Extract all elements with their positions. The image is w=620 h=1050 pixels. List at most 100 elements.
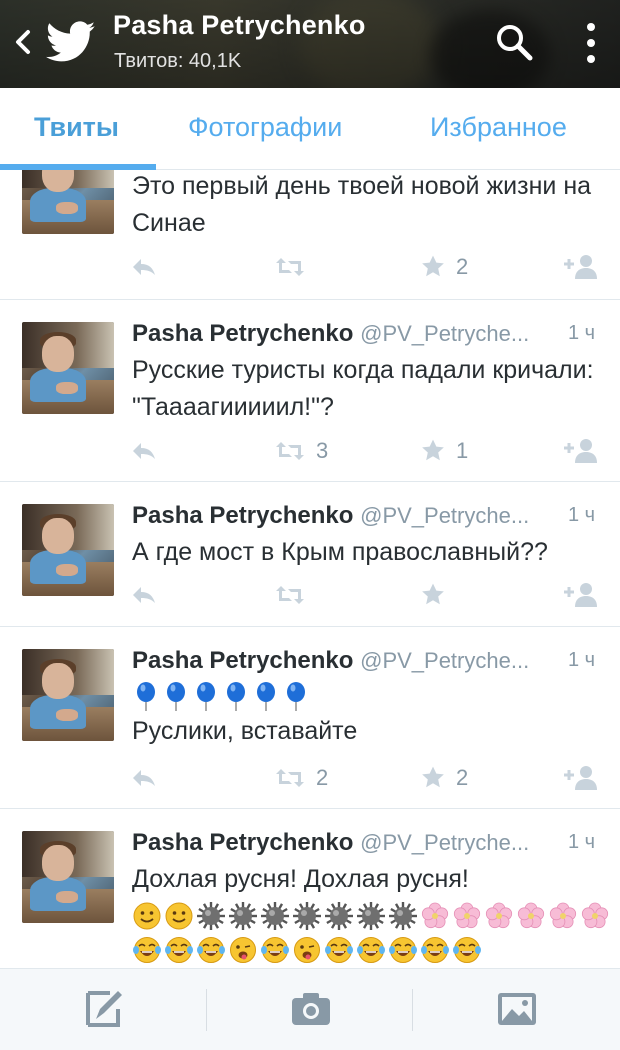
- tweet-count: Твитов: 40,1K: [114, 50, 242, 72]
- cherry-blossom-emoji: [517, 902, 545, 929]
- avatar[interactable]: [22, 831, 114, 923]
- follow-icon[interactable]: [562, 436, 600, 466]
- author-name[interactable]: Pasha Petrychenko: [132, 320, 353, 347]
- author-handle[interactable]: @PV_Petryche...: [360, 321, 529, 346]
- balloon-emoji: [167, 682, 185, 711]
- tweet-feed[interactable]: Это первый день твоей новой жизни на Син…: [0, 170, 620, 968]
- tweet-header: Pasha Petrychenko @PV_Petryche...: [132, 502, 529, 530]
- gallery-icon[interactable]: [494, 987, 540, 1031]
- retweet-icon[interactable]: [274, 252, 316, 282]
- tears-of-joy-emoji: [357, 937, 385, 963]
- overflow-menu-icon[interactable]: [578, 18, 604, 68]
- cherry-blossom-emoji: [581, 902, 609, 929]
- tweet-actions: 2 2: [0, 763, 620, 793]
- search-icon[interactable]: [492, 20, 536, 64]
- favorite-icon[interactable]: [420, 580, 456, 610]
- cherry-blossom-emoji: [453, 902, 481, 929]
- profile-tabs: Твиты Фотографии Избранное: [0, 88, 620, 170]
- twitter-bird-icon: [45, 20, 96, 64]
- tweet-actions: 3 1: [0, 436, 620, 466]
- tears-of-joy-emoji: [453, 937, 481, 963]
- chevron-left-icon[interactable]: [8, 22, 38, 62]
- tears-of-joy-emoji: [325, 937, 353, 963]
- cherry-blossom-emoji: [485, 902, 513, 929]
- avatar[interactable]: [22, 322, 114, 414]
- tears-of-joy-emoji: [197, 937, 225, 963]
- emoji-row-2: [132, 935, 482, 965]
- favorite-icon[interactable]: 2: [420, 763, 468, 793]
- follow-icon[interactable]: [562, 252, 600, 282]
- follow-icon[interactable]: [562, 763, 600, 793]
- compose-icon[interactable]: [82, 987, 128, 1031]
- emoji-row-1: [132, 901, 610, 931]
- tweet-item[interactable]: Pasha Petrychenko @PV_Petryche... 1 ч А …: [0, 482, 620, 627]
- tweet-timestamp: 1 ч: [568, 504, 596, 526]
- tweet-actions: 2: [0, 252, 620, 282]
- tweet-timestamp: 1 ч: [568, 649, 596, 671]
- balloon-emoji: [287, 682, 305, 711]
- tab-tweets[interactable]: Твиты: [34, 112, 119, 143]
- follow-icon[interactable]: [562, 580, 600, 610]
- favorite-icon[interactable]: 2: [420, 252, 468, 282]
- retweet-icon[interactable]: [274, 580, 316, 610]
- reply-icon[interactable]: [130, 252, 158, 282]
- tweet-header: Pasha Petrychenko @PV_Petryche...: [132, 320, 529, 348]
- favorite-count: 1: [456, 438, 469, 463]
- tab-favorites[interactable]: Избранное: [430, 112, 567, 143]
- tweet-item[interactable]: Pasha Petrychenko @PV_Petryche... 1 ч Ру…: [0, 300, 620, 482]
- tears-of-joy-emoji: [261, 937, 289, 963]
- spiked-ball-emoji: [389, 902, 417, 930]
- favorite-count: 2: [456, 765, 469, 790]
- tweet-actions: [0, 580, 620, 610]
- author-handle[interactable]: @PV_Petryche...: [360, 648, 529, 673]
- tweet-text: А где мост в Крым православный??: [132, 538, 548, 566]
- tweet-item[interactable]: Pasha Petrychenko @PV_Petryche... 1 ч До…: [0, 809, 620, 968]
- winking-tongue-emoji: [294, 937, 320, 963]
- emoji-balloons: [132, 681, 310, 711]
- toolbar-divider: [206, 989, 207, 1031]
- winking-tongue-emoji: [230, 937, 256, 963]
- reply-icon[interactable]: [130, 763, 158, 793]
- camera-icon[interactable]: [288, 987, 334, 1031]
- author-handle[interactable]: @PV_Petryche...: [360, 503, 529, 528]
- tweet-timestamp: 1 ч: [568, 831, 596, 853]
- retweet-icon[interactable]: 2: [274, 763, 328, 793]
- tears-of-joy-emoji: [133, 937, 161, 963]
- balloon-emoji: [227, 682, 245, 711]
- tweet-text: Это первый день твоей новой жизни на Син…: [132, 172, 592, 237]
- profile-name: Pasha Petrychenko: [113, 10, 366, 40]
- author-handle[interactable]: @PV_Petryche...: [360, 830, 529, 855]
- retweet-count: 3: [316, 438, 329, 463]
- spiked-ball-emoji: [229, 902, 257, 930]
- tweet-text: Русские туристы когда падали кричали: "Т…: [132, 356, 594, 421]
- bottom-toolbar: [0, 968, 620, 1050]
- tears-of-joy-emoji: [389, 937, 417, 963]
- tears-of-joy-emoji: [165, 937, 193, 963]
- retweet-icon[interactable]: 3: [274, 436, 328, 466]
- tab-photos[interactable]: Фотографии: [188, 112, 342, 143]
- cherry-blossom-emoji: [421, 902, 449, 929]
- balloon-emoji: [197, 682, 215, 711]
- avatar[interactable]: [22, 170, 114, 234]
- favorite-icon[interactable]: 1: [420, 436, 468, 466]
- tweet-header: Pasha Petrychenko @PV_Petryche...: [132, 829, 529, 857]
- toolbar-divider: [412, 989, 413, 1031]
- reply-icon[interactable]: [130, 580, 158, 610]
- balloon-emoji: [257, 682, 275, 711]
- cherry-blossom-emoji: [549, 902, 577, 929]
- tweet-text: Руслики, вставайте: [132, 717, 358, 745]
- tweet-item[interactable]: Pasha Petrychenko @PV_Petryche... 1 ч Ру…: [0, 627, 620, 809]
- spiked-ball-emoji: [197, 902, 225, 930]
- spiked-ball-emoji: [293, 902, 321, 930]
- profile-header: Pasha Petrychenko Твитов: 40,1K: [0, 0, 620, 88]
- tears-of-joy-emoji: [421, 937, 449, 963]
- author-name[interactable]: Pasha Petrychenko: [132, 647, 353, 674]
- spiked-ball-emoji: [325, 902, 353, 930]
- tweet-text: Дохлая русня! Дохлая русня!: [132, 865, 469, 893]
- tweet-item[interactable]: Это первый день твоей новой жизни на Син…: [0, 170, 620, 300]
- avatar[interactable]: [22, 649, 114, 741]
- author-name[interactable]: Pasha Petrychenko: [132, 829, 353, 856]
- favorite-count: 2: [456, 254, 469, 279]
- reply-icon[interactable]: [130, 436, 158, 466]
- author-name[interactable]: Pasha Petrychenko: [132, 502, 353, 529]
